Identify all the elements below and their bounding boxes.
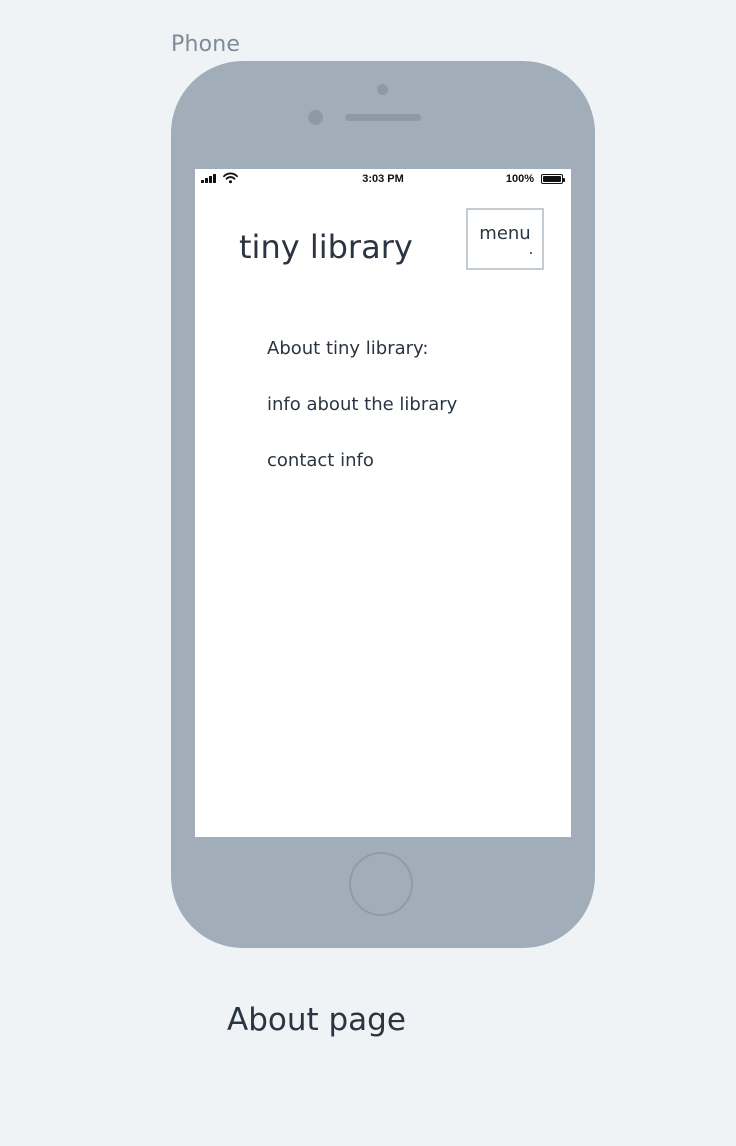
menu-button-label: menu [479,223,531,244]
home-button[interactable] [349,852,413,916]
menu-dot-icon [530,252,532,254]
battery-icon [541,174,565,184]
about-library-info: info about the library [267,394,458,415]
phone-frame: 3:03 PM 100% tiny library menu About tin… [171,61,595,948]
about-list: About tiny library: info about the libra… [267,337,457,505]
battery-level-fill [543,176,561,182]
battery-percent: 100% [505,173,534,185]
proximity-sensor [377,84,388,95]
earpiece-speaker [345,114,421,121]
front-camera [308,110,323,125]
menu-button[interactable]: menu [466,208,544,270]
artboard-label: Phone [171,32,241,57]
phone-screen: 3:03 PM 100% tiny library menu About tin… [195,169,571,837]
page-caption: About page [227,1002,406,1038]
about-heading: About tiny library: [267,338,429,359]
status-bar: 3:03 PM 100% [195,169,571,189]
site-title: tiny library [239,228,413,266]
about-contact-info: contact info [267,450,374,471]
